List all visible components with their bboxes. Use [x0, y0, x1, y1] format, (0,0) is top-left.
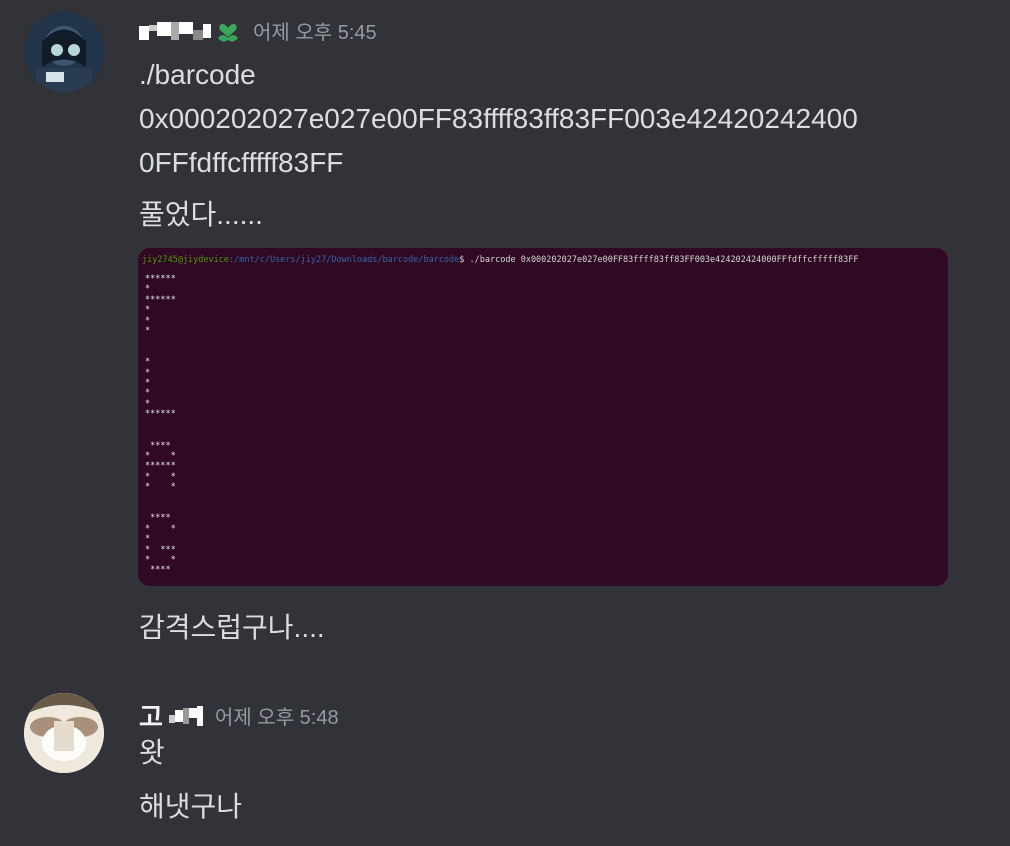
message-header: 고 어제 오후 5:48: [139, 697, 339, 734]
message-text-line: 감격스럽구나....: [139, 612, 325, 643]
terminal-screenshot-attachment[interactable]: jiy2745@jiydevice:/mnt/c/Users/jiy27/Dow…: [138, 248, 948, 586]
avatar-image: [24, 693, 104, 773]
terminal-path: :/mnt/c/Users/jiy27/Downloads/barcode/ba…: [229, 255, 460, 265]
message-text-line: 0x000202027e027e00FF83ffff83ff83FF003e42…: [139, 103, 858, 134]
message-text-line: ./barcode: [139, 59, 256, 90]
user-avatar[interactable]: [24, 12, 104, 92]
message-timestamp: 어제 오후 5:48: [214, 707, 339, 729]
username-redacted[interactable]: [168, 705, 203, 726]
terminal-prompt: jiy2745@jiydevice:/mnt/c/Users/jiy27/Dow…: [142, 255, 858, 265]
terminal-user: jiy2745@jiydevice: [142, 255, 229, 265]
avatar-image: [24, 12, 104, 92]
terminal-command: $ ./barcode 0x000202027e027e00FF83ffff83…: [459, 255, 859, 265]
message-timestamp: 어제 오후 5:45: [253, 22, 377, 44]
message-text-line: 풀었다......: [139, 199, 263, 230]
terminal-output: ****** * ****** * * * * * * * * ****** *…: [145, 274, 176, 576]
username[interactable]: 고: [139, 697, 163, 734]
server-badge-icon[interactable]: [215, 18, 241, 44]
username-redacted[interactable]: [139, 21, 211, 40]
message-text-line: 해냇구나: [139, 791, 243, 822]
user-avatar[interactable]: [24, 693, 104, 773]
message-header: 어제 오후 5:45: [139, 16, 377, 45]
message-text-line: 0FFfdffcfffff83FF: [139, 147, 344, 178]
message-text-line: 왓: [139, 737, 165, 768]
